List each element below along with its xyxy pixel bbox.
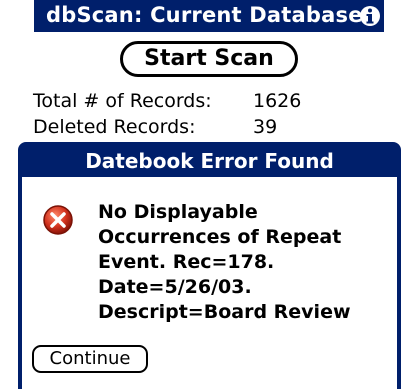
- error-icon: [42, 204, 74, 236]
- start-scan-button[interactable]: Start Scan: [120, 41, 298, 77]
- error-dialog: Datebook Error Found No Displayable Occu…: [18, 142, 401, 389]
- deleted-records-value: 39: [253, 116, 278, 138]
- message-line: Descript=Board Review: [98, 301, 351, 323]
- total-records-value: 1626: [253, 90, 302, 112]
- error-message: No Displayable Occurrences of Repeat Eve…: [98, 200, 398, 325]
- message-line: No Displayable: [98, 201, 258, 223]
- deleted-records-label: Deleted Records:: [33, 116, 196, 138]
- message-line: Date=5/26/03.: [98, 276, 252, 298]
- continue-button[interactable]: Continue: [32, 345, 148, 373]
- app-title: dbScan: Current Database: [46, 3, 363, 27]
- total-records-label: Total # of Records:: [33, 90, 212, 112]
- message-line: Event. Rec=178.: [98, 251, 275, 273]
- app-title-bar: dbScan: Current Database: [34, 0, 384, 32]
- info-icon[interactable]: [359, 5, 381, 27]
- dialog-title: Datebook Error Found: [22, 146, 397, 177]
- message-line: Occurrences of Repeat: [98, 226, 342, 248]
